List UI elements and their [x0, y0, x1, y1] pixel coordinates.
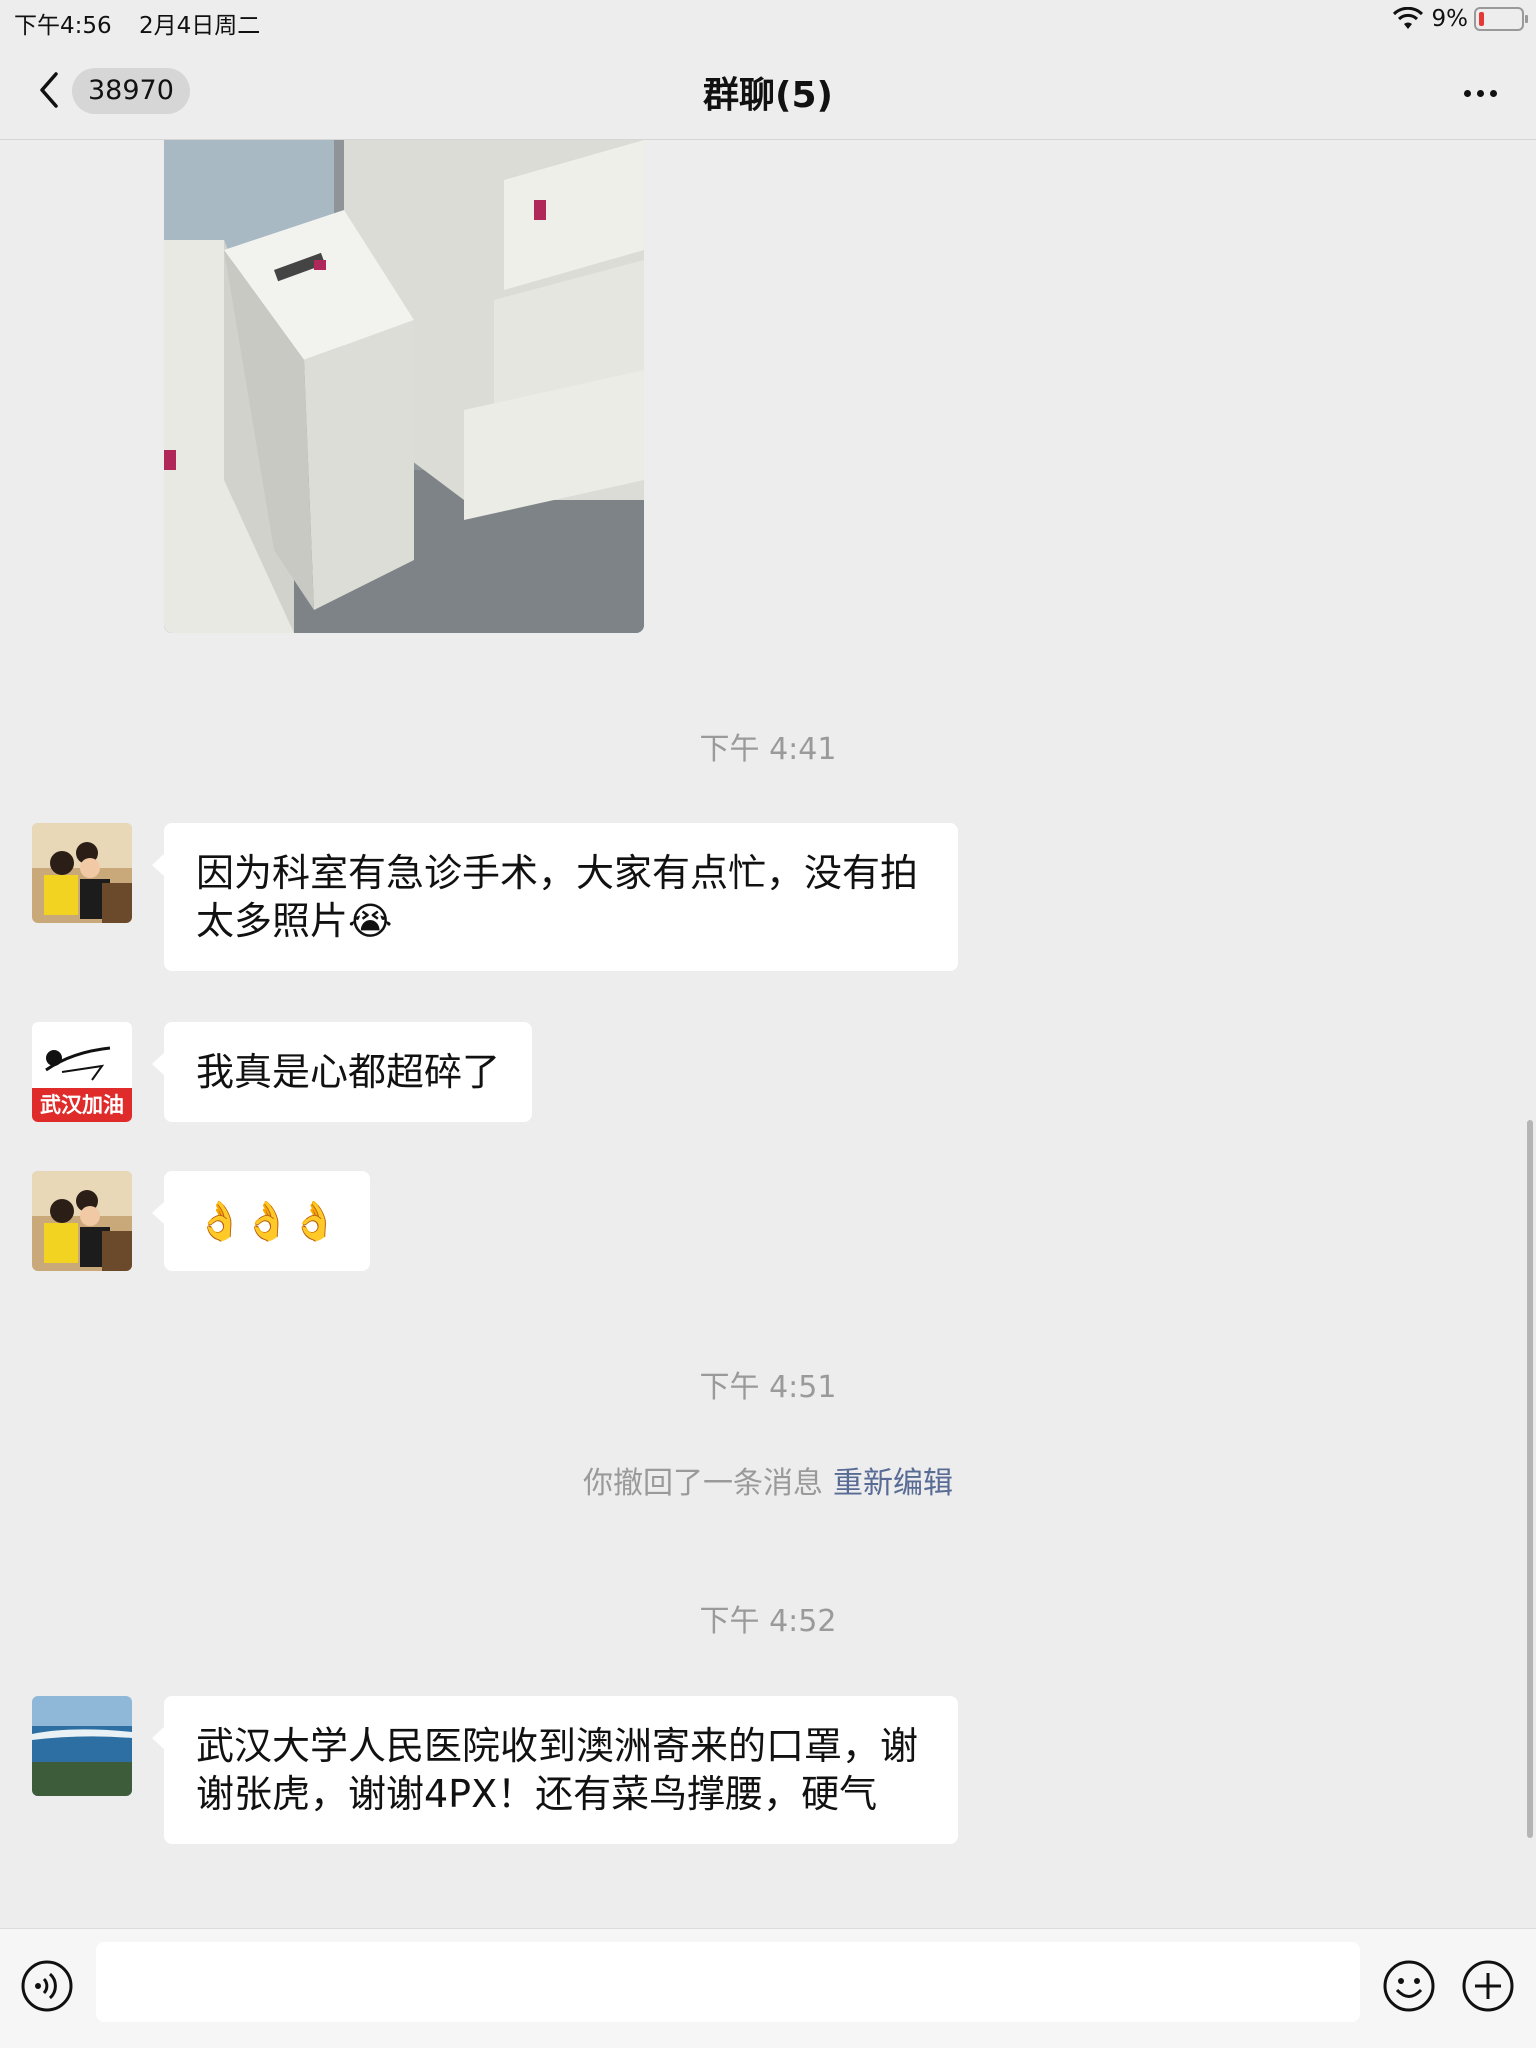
avatar[interactable] [32, 1171, 132, 1271]
message-bubble[interactable]: 我真是心都超碎了 [151, 1022, 533, 1122]
re-edit-link[interactable]: 重新编辑 [833, 1466, 953, 1501]
status-time: 下午4:56 [14, 13, 112, 39]
battery-icon [1474, 7, 1528, 31]
nav-bar: 38970 群聊(5) [0, 40, 1536, 140]
status-date: 2月4日周二 [138, 13, 261, 39]
chat-title: 群聊(5) [703, 75, 833, 116]
more-options-icon[interactable] [1464, 82, 1504, 98]
image-message[interactable] [164, 140, 644, 633]
recall-text: 你撤回了一条消息 [583, 1466, 823, 1501]
status-bar: 下午4:56 2月4日周二 9% [0, 0, 1536, 40]
emoji-icon[interactable] [1382, 1959, 1436, 2013]
battery-percent: 9% [1431, 6, 1469, 32]
avatar[interactable] [32, 1696, 132, 1796]
scrollbar[interactable] [1527, 1120, 1533, 1838]
timestamp: 下午 4:41 [699, 732, 837, 767]
input-bar [0, 1928, 1536, 2048]
message-bubble[interactable]: 👌👌👌 [152, 1171, 370, 1271]
avatar[interactable] [32, 823, 132, 923]
timestamp: 下午 4:52 [699, 1604, 837, 1639]
wifi-icon [1392, 7, 1423, 29]
recall-notice: 你撤回了一条消息 重新编辑 [0, 1458, 1536, 1502]
message-input[interactable] [96, 1942, 1360, 2022]
timestamp: 下午 4:51 [699, 1370, 837, 1405]
avatar[interactable]: 武汉加油 [32, 1022, 132, 1122]
boxes-photo [164, 140, 644, 633]
plus-icon[interactable] [1461, 1959, 1515, 2013]
avatar-caption: 武汉加油 [40, 1093, 124, 1117]
voice-icon[interactable] [20, 1959, 74, 2013]
message-bubble[interactable]: 因为科室有急诊手术，大家有点忙，没有拍太多照片😭 [152, 823, 958, 971]
message-bubble[interactable]: 武汉大学人民医院收到澳洲寄来的口罩，谢谢张虎，谢谢4PX！还有菜鸟撑腰，硬气 [152, 1696, 958, 1844]
